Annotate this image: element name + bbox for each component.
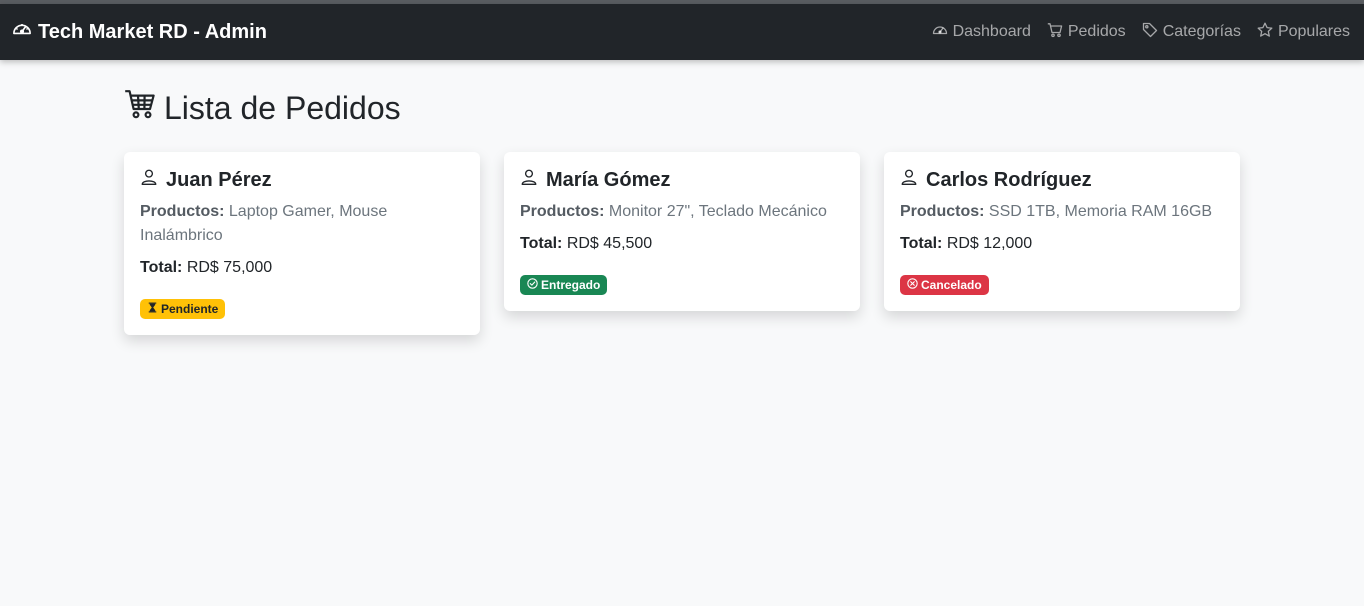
main-content: Lista de Pedidos Juan Pérez Productos: L… — [124, 60, 1240, 335]
customer-name: María Gómez — [546, 168, 671, 191]
nav-links: Dashboard Pedidos Categorías Populares — [932, 22, 1352, 43]
total-label: Total: — [140, 259, 183, 276]
order-customer: María Gómez — [520, 168, 844, 192]
orders-list: Juan Pérez Productos: Laptop Gamer, Mous… — [124, 152, 1240, 335]
order-total: Total: RD$ 45,500 — [520, 232, 844, 256]
navbar-brand[interactable]: Tech Market RD - Admin — [12, 19, 267, 45]
tag-icon — [1142, 22, 1158, 43]
order-total: Total: RD$ 12,000 — [900, 232, 1224, 256]
total-value: RD$ 12,000 — [946, 235, 1033, 252]
order-products: Productos: Laptop Gamer, Mouse Inalámbri… — [140, 200, 464, 248]
products-label: Productos: — [140, 203, 225, 220]
customer-name: Carlos Rodríguez — [926, 168, 1092, 191]
speedometer-icon — [932, 22, 948, 43]
order-total: Total: RD$ 75,000 — [140, 256, 464, 280]
products-label: Productos: — [520, 203, 605, 220]
total-label: Total: — [900, 235, 943, 252]
order-card: María Gómez Productos: Monitor 27", Tecl… — [504, 152, 860, 311]
status-text: Cancelado — [921, 278, 982, 292]
order-products: Productos: Monitor 27", Teclado Mecánico — [520, 200, 844, 224]
nav-link-pedidos[interactable]: Pedidos — [1047, 22, 1126, 43]
order-customer: Carlos Rodríguez — [900, 168, 1224, 192]
nav-link-label: Dashboard — [952, 23, 1031, 40]
check-circle-icon — [527, 278, 538, 292]
status-text: Entregado — [541, 278, 601, 292]
status-badge: Entregado — [520, 275, 608, 295]
page-title-text: Lista de Pedidos — [164, 89, 401, 126]
cart-icon — [124, 88, 156, 128]
status-badge: Pendiente — [140, 299, 226, 319]
navbar: Tech Market RD - Admin Dashboard Pedidos… — [0, 4, 1364, 60]
products-value: SSD 1TB, Memoria RAM 16GB — [988, 203, 1213, 220]
nav-link-categorias[interactable]: Categorías — [1142, 22, 1241, 43]
cart-icon — [1047, 22, 1063, 43]
brand-title: Tech Market RD - Admin — [38, 20, 267, 43]
nav-link-label: Pedidos — [1067, 23, 1126, 40]
status-badge: Cancelado — [900, 275, 989, 295]
customer-name: Juan Pérez — [166, 168, 272, 191]
products-value: Monitor 27", Teclado Mecánico — [608, 203, 827, 220]
speedometer-icon — [12, 19, 32, 45]
nav-link-label: Categorías — [1162, 23, 1241, 40]
products-label: Productos: — [900, 203, 985, 220]
nav-link-label: Populares — [1277, 23, 1350, 40]
total-label: Total: — [520, 235, 563, 252]
nav-link-populares[interactable]: Populares — [1257, 22, 1350, 43]
page-title: Lista de Pedidos — [124, 88, 1240, 128]
nav-link-dashboard[interactable]: Dashboard — [932, 22, 1031, 43]
total-value: RD$ 75,000 — [186, 259, 273, 276]
order-customer: Juan Pérez — [140, 168, 464, 192]
order-card: Carlos Rodríguez Productos: SSD 1TB, Mem… — [884, 152, 1240, 311]
person-icon — [140, 168, 158, 192]
star-icon — [1257, 22, 1273, 43]
x-circle-icon — [907, 278, 918, 292]
order-card: Juan Pérez Productos: Laptop Gamer, Mous… — [124, 152, 480, 335]
status-text: Pendiente — [161, 302, 219, 316]
hourglass-icon — [147, 302, 158, 316]
person-icon — [520, 168, 538, 192]
person-icon — [900, 168, 918, 192]
order-products: Productos: SSD 1TB, Memoria RAM 16GB — [900, 200, 1224, 224]
total-value: RD$ 45,500 — [566, 235, 653, 252]
